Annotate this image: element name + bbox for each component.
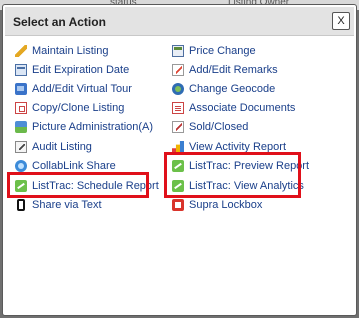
action-label: Sold/Closed (189, 121, 249, 133)
action-label: Change Geocode (189, 83, 276, 95)
action-label: Picture Administration(A) (32, 121, 154, 133)
close-button[interactable]: X (332, 12, 350, 30)
price-icon (172, 45, 184, 57)
action-label: Maintain Listing (32, 45, 109, 57)
action-label: Associate Documents (189, 102, 296, 114)
action-add-edit-remarks[interactable]: Add/Edit Remarks (172, 61, 278, 79)
action-label: CollabLink Share (32, 160, 116, 172)
pencil-icon (15, 45, 27, 57)
phone-icon (17, 199, 25, 211)
action-add-edit-virtual-tour[interactable]: Add/Edit Virtual Tour (15, 80, 132, 98)
virtual-tour-icon (15, 83, 27, 95)
remarks-icon (172, 64, 184, 76)
action-label: Share via Text (32, 199, 102, 211)
action-label: Add/Edit Remarks (189, 64, 278, 76)
action-share-via-text[interactable]: Share via Text (15, 196, 102, 214)
action-maintain-listing[interactable]: Maintain Listing (15, 42, 108, 60)
action-price-change[interactable]: Price Change (172, 42, 256, 60)
sold-icon (172, 121, 184, 133)
action-copy-clone-listing[interactable]: Copy/Clone Listing (15, 99, 124, 117)
action-picture-administration[interactable]: Picture Administration(A) (15, 118, 153, 136)
action-label: Price Change (189, 45, 256, 57)
action-supra-lockbox[interactable]: Supra Lockbox (172, 196, 262, 214)
action-edit-expiration-date[interactable]: Edit Expiration Date (15, 61, 129, 79)
action-associate-documents[interactable]: Associate Documents (172, 99, 295, 117)
lockbox-icon (172, 199, 184, 211)
action-audit-listing[interactable]: Audit Listing (15, 138, 92, 156)
highlight-box-schedule-report (7, 172, 149, 198)
dialog-header: Select an Action X (5, 7, 354, 36)
select-action-dialog: Select an Action X Maintain Listing Edit… (2, 4, 357, 316)
dialog-title: Select an Action (13, 15, 106, 29)
audit-icon (15, 141, 27, 153)
action-change-geocode[interactable]: Change Geocode (172, 80, 275, 98)
geocode-icon (172, 83, 184, 95)
action-label: Copy/Clone Listing (32, 102, 125, 114)
action-label: Supra Lockbox (189, 199, 263, 211)
picture-icon (15, 121, 27, 133)
action-sold-closed[interactable]: Sold/Closed (172, 118, 248, 136)
collablink-icon (15, 160, 27, 172)
copy-icon (15, 102, 27, 114)
documents-icon (172, 102, 184, 114)
action-label: Audit Listing (32, 141, 92, 153)
calendar-icon (15, 64, 27, 76)
action-label: Edit Expiration Date (32, 64, 130, 76)
highlight-box-listtrac-reports (164, 152, 301, 198)
action-label: Add/Edit Virtual Tour (32, 83, 132, 95)
